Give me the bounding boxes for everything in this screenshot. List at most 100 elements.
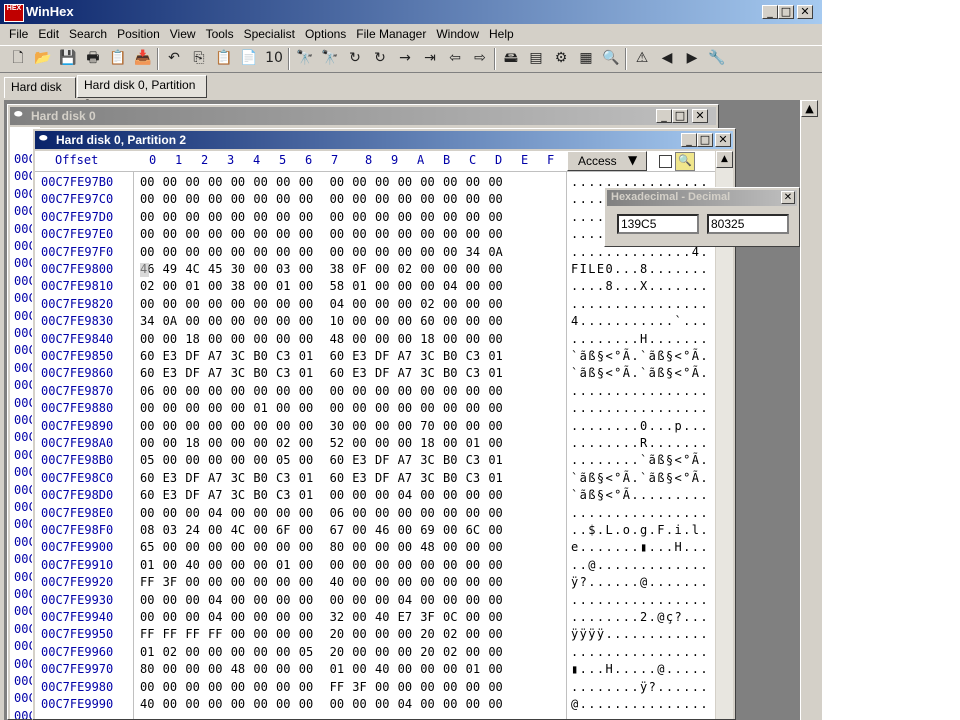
print-icon[interactable]: 🖶: [83, 48, 103, 68]
analyze-icon[interactable]: ⚠: [632, 48, 652, 68]
next-icon[interactable]: ▶: [682, 48, 702, 68]
row-ascii[interactable]: ........`ãß§<°Ã.: [571, 452, 709, 469]
undo-icon[interactable]: ↶: [164, 48, 184, 68]
row-hex-bytes[interactable]: 00 00 00 00 00 01 00 00 00 00 00 00 00 0…: [140, 400, 503, 417]
workspace-scrollbar[interactable]: ▲: [800, 100, 818, 720]
calculator-icon[interactable]: ▦: [576, 48, 596, 68]
row-ascii[interactable]: ....8...X.......: [571, 278, 709, 295]
disk-editor-icon[interactable]: 🖴: [501, 48, 521, 68]
row-ascii[interactable]: ................: [571, 400, 709, 417]
find-hex-icon[interactable]: 🔭: [320, 48, 340, 68]
tab-hard-disk-0-partition-2[interactable]: Hard disk 0, Partition 2: [77, 75, 207, 111]
converter-title-bar[interactable]: Hexadecimal - Decimal ✕: [607, 190, 797, 206]
ram-editor-icon[interactable]: ▤: [526, 48, 546, 68]
menu-help[interactable]: Help: [484, 24, 519, 44]
menu-view[interactable]: View: [165, 24, 201, 44]
save-icon[interactable]: 💾: [58, 48, 78, 68]
row-ascii[interactable]: ........0...p...: [571, 418, 709, 435]
copy-icon[interactable]: ⎘: [189, 48, 209, 68]
menu-search[interactable]: Search: [64, 24, 112, 44]
paste-special-icon[interactable]: 📄: [239, 48, 259, 68]
menu-specialist[interactable]: Specialist: [239, 24, 300, 44]
child-minimize-button[interactable]: _: [656, 109, 672, 123]
properties-icon[interactable]: 📋: [108, 48, 128, 68]
binary-convert-icon[interactable]: 10: [264, 48, 284, 68]
row-ascii[interactable]: `ãß§<°Ã.`ãß§<°Ã.: [571, 470, 709, 487]
maximize-button[interactable]: □: [778, 5, 794, 19]
row-hex-bytes[interactable]: 60 E3 DF A7 3C B0 C3 01 60 E3 DF A7 3C B…: [140, 348, 503, 365]
scroll-up-button[interactable]: ▲: [716, 151, 733, 168]
access-button[interactable]: Access ▼: [567, 151, 647, 171]
row-ascii[interactable]: 4...........`...: [571, 313, 709, 330]
menu-file[interactable]: File: [4, 24, 33, 44]
close-button[interactable]: ✕: [797, 5, 813, 19]
child-minimize-button[interactable]: _: [681, 133, 697, 147]
hex-data-area[interactable]: 00 00 00 00 00 00 00 00 00 00 00 00 00 0…: [134, 172, 567, 719]
open-folder-icon[interactable]: 📂: [33, 48, 53, 68]
row-hex-bytes[interactable]: 06 00 00 00 00 00 00 00 00 00 00 00 00 0…: [140, 383, 503, 400]
forward-icon[interactable]: ⇨: [470, 48, 490, 68]
new-file-icon[interactable]: 🗋: [8, 48, 28, 68]
child-title-bar[interactable]: ⬬ Hard disk 0 _ □ ✕: [10, 107, 716, 125]
row-ascii[interactable]: ..@.............: [571, 557, 709, 574]
menu-position[interactable]: Position: [112, 24, 165, 44]
find-text-icon[interactable]: 🔭: [295, 48, 315, 68]
goto-sector-icon[interactable]: ⇥: [420, 48, 440, 68]
tools-icon[interactable]: ⚙: [551, 48, 571, 68]
child-title-bar[interactable]: ⬬ Hard disk 0, Partition 2 _ □ ✕: [35, 131, 733, 149]
converter-close-button[interactable]: ✕: [781, 191, 795, 204]
child-close-button[interactable]: ✕: [692, 109, 708, 123]
goto-offset-icon[interactable]: →: [395, 48, 415, 68]
menu-options[interactable]: Options: [300, 24, 351, 44]
tab-hard-disk-0[interactable]: Hard disk 0: [4, 77, 76, 113]
row-hex-bytes[interactable]: 00 00 00 04 00 00 00 00 00 00 00 04 00 0…: [140, 592, 503, 609]
app-title-bar[interactable]: HEX WinHex _ □ ✕: [0, 0, 822, 24]
row-ascii[interactable]: ÿ?......@.......: [571, 574, 709, 591]
row-ascii[interactable]: ÿÿÿÿ............: [571, 626, 709, 643]
row-ascii[interactable]: FILE0...8.......: [571, 261, 709, 278]
search-options-icon[interactable]: 🔍: [675, 152, 695, 171]
row-hex-bytes[interactable]: 65 00 00 00 00 00 00 00 80 00 00 00 48 0…: [140, 539, 503, 556]
row-ascii[interactable]: `ãß§<°Ã.`ãß§<°Ã.: [571, 365, 709, 382]
row-ascii[interactable]: ................: [571, 592, 709, 609]
menu-tools[interactable]: Tools: [201, 24, 239, 44]
row-hex-bytes[interactable]: 00 00 00 04 00 00 00 00 32 00 40 E7 3F 0…: [140, 609, 503, 626]
menu-file-manager[interactable]: File Manager: [351, 24, 431, 44]
minimize-button[interactable]: _: [762, 5, 778, 19]
options-checkbox[interactable]: [659, 155, 672, 168]
row-hex-bytes[interactable]: 00 00 00 00 00 00 00 00 00 00 00 00 00 0…: [140, 174, 503, 191]
tool-icon[interactable]: 🔧: [707, 48, 727, 68]
open-disk-icon[interactable]: 📥: [133, 48, 153, 68]
row-hex-bytes[interactable]: 60 E3 DF A7 3C B0 C3 01 60 E3 DF A7 3C B…: [140, 365, 503, 382]
row-ascii[interactable]: ................: [571, 383, 709, 400]
row-ascii[interactable]: e.......▮...H...: [571, 539, 709, 556]
row-hex-bytes[interactable]: 00 00 00 00 00 00 00 00 00 00 00 00 00 0…: [140, 226, 503, 243]
search-icon[interactable]: 🔍: [601, 48, 621, 68]
row-hex-bytes[interactable]: 05 00 00 00 00 00 05 00 60 E3 DF A7 3C B…: [140, 452, 503, 469]
row-ascii[interactable]: ........R.......: [571, 435, 709, 452]
row-hex-bytes[interactable]: 60 E3 DF A7 3C B0 C3 01 00 00 00 04 00 0…: [140, 487, 503, 504]
prev-icon[interactable]: ◀: [657, 48, 677, 68]
row-hex-bytes[interactable]: 00 00 00 00 00 00 00 00 04 00 00 00 02 0…: [140, 296, 503, 313]
row-hex-bytes[interactable]: 00 00 18 00 00 00 02 00 52 00 00 00 18 0…: [140, 435, 503, 452]
child-maximize-button[interactable]: □: [672, 109, 688, 123]
row-hex-bytes[interactable]: 08 03 24 00 4C 00 6F 00 67 00 46 00 69 0…: [140, 522, 503, 539]
row-hex-bytes[interactable]: FF FF FF FF 00 00 00 00 20 00 00 00 20 0…: [140, 626, 503, 643]
row-hex-bytes[interactable]: 02 00 01 00 38 00 01 00 58 01 00 00 00 0…: [140, 278, 503, 295]
row-hex-bytes[interactable]: 01 00 40 00 00 00 01 00 00 00 00 00 00 0…: [140, 557, 503, 574]
row-hex-bytes[interactable]: 00 00 00 00 00 00 00 00 00 00 00 00 00 0…: [140, 244, 503, 261]
hex-value-input[interactable]: [617, 214, 699, 234]
row-hex-bytes[interactable]: 34 0A 00 00 00 00 00 00 10 00 00 00 60 0…: [140, 313, 503, 330]
ascii-area[interactable]: ........................................…: [567, 172, 715, 719]
row-ascii[interactable]: ........ÿ?......: [571, 679, 709, 696]
replace-hex-icon[interactable]: ↻: [370, 48, 390, 68]
row-ascii[interactable]: ........2.@ç?...: [571, 609, 709, 626]
paste-icon[interactable]: 📋: [214, 48, 234, 68]
menu-edit[interactable]: Edit: [33, 24, 64, 44]
decimal-value-input[interactable]: [707, 214, 789, 234]
back-icon[interactable]: ⇦: [445, 48, 465, 68]
row-hex-bytes[interactable]: 00 00 18 00 00 00 00 00 48 00 00 00 18 0…: [140, 331, 503, 348]
menu-window[interactable]: Window: [431, 24, 484, 44]
row-ascii[interactable]: `ãß§<°Ã.`ãß§<°Ã.: [571, 348, 709, 365]
row-hex-bytes[interactable]: 00 00 00 00 00 00 00 00 FF 3F 00 00 00 0…: [140, 679, 503, 696]
